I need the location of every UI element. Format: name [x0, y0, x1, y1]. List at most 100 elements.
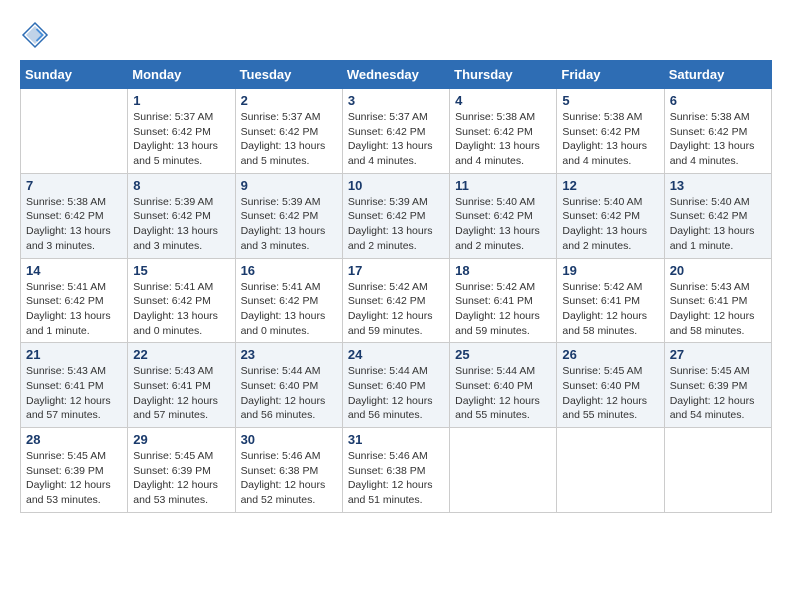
calendar-cell: 25Sunrise: 5:44 AM Sunset: 6:40 PM Dayli…: [450, 343, 557, 428]
calendar-cell: 12 Sunrise: 5:40 AM Sunset: 6:42 PM Dayli…: [557, 173, 664, 258]
calendar-cell: [557, 428, 664, 513]
day-number: 12: [562, 178, 658, 193]
calendar-cell: 22 Sunrise: 5:43 AM Sunset: 6:41 PM Dayli…: [128, 343, 235, 428]
day-number: 21: [26, 347, 122, 362]
day-info: Sunrise: 5:43 AM Sunset: 6:41 PM Dayligh…: [26, 364, 122, 423]
day-info: Sunrise: 5:46 AM Sunset: 6:38 PM Dayligh…: [241, 449, 337, 508]
day-info: Sunrise: 5:37 AM Sunset: 6:42 PM Dayligh…: [133, 110, 229, 169]
calendar-cell: 26 Sunrise: 5:45 AM Sunset: 6:40 PM Dayli…: [557, 343, 664, 428]
day-number: 13: [670, 178, 766, 193]
day-info: Sunrise: 5:41 AM Sunset: 6:42 PM Dayligh…: [133, 280, 229, 339]
day-number: 9: [241, 178, 337, 193]
week-row-4: 21 Sunrise: 5:43 AM Sunset: 6:41 PM Dayli…: [21, 343, 772, 428]
day-info: Sunrise: 5:41 AM Sunset: 6:42 PM Dayligh…: [241, 280, 337, 339]
day-info: Sunrise: 5:43 AM Sunset: 6:41 PM Dayligh…: [670, 280, 766, 339]
day-number: 19: [562, 263, 658, 278]
day-info: Sunrise: 5:45 AM Sunset: 6:39 PM Dayligh…: [133, 449, 229, 508]
calendar-cell: 28Sunrise: 5:45 AM Sunset: 6:39 PM Dayli…: [21, 428, 128, 513]
day-number: 16: [241, 263, 337, 278]
day-info: Sunrise: 5:38 AM Sunset: 6:42 PM Dayligh…: [455, 110, 551, 169]
day-info: Sunrise: 5:38 AM Sunset: 6:42 PM Dayligh…: [562, 110, 658, 169]
calendar-cell: 6Sunrise: 5:38 AM Sunset: 6:42 PM Daylig…: [664, 89, 771, 174]
day-info: Sunrise: 5:42 AM Sunset: 6:42 PM Dayligh…: [348, 280, 444, 339]
day-number: 27: [670, 347, 766, 362]
logo: [20, 20, 54, 50]
day-number: 2: [241, 93, 337, 108]
calendar-cell: 27 Sunrise: 5:45 AM Sunset: 6:39 PM Dayli…: [664, 343, 771, 428]
day-info: Sunrise: 5:42 AM Sunset: 6:41 PM Dayligh…: [562, 280, 658, 339]
day-number: 4: [455, 93, 551, 108]
header-friday: Friday: [557, 61, 664, 89]
header-tuesday: Tuesday: [235, 61, 342, 89]
header-monday: Monday: [128, 61, 235, 89]
calendar-cell: 7Sunrise: 5:38 AM Sunset: 6:42 PM Daylig…: [21, 173, 128, 258]
logo-icon: [20, 20, 50, 50]
calendar-cell: [664, 428, 771, 513]
calendar-cell: 23 Sunrise: 5:44 AM Sunset: 6:40 PM Dayli…: [235, 343, 342, 428]
day-info: Sunrise: 5:41 AM Sunset: 6:42 PM Dayligh…: [26, 280, 122, 339]
day-number: 22: [133, 347, 229, 362]
day-info: Sunrise: 5:39 AM Sunset: 6:42 PM Dayligh…: [348, 195, 444, 254]
day-info: Sunrise: 5:40 AM Sunset: 6:42 PM Dayligh…: [670, 195, 766, 254]
calendar-cell: [21, 89, 128, 174]
calendar-cell: 2 Sunrise: 5:37 AM Sunset: 6:42 PM Daylig…: [235, 89, 342, 174]
day-number: 15: [133, 263, 229, 278]
calendar-cell: 5Sunrise: 5:38 AM Sunset: 6:42 PM Daylig…: [557, 89, 664, 174]
day-number: 31: [348, 432, 444, 447]
calendar-cell: 10 Sunrise: 5:39 AM Sunset: 6:42 PM Dayli…: [342, 173, 449, 258]
day-number: 24: [348, 347, 444, 362]
day-info: Sunrise: 5:38 AM Sunset: 6:42 PM Dayligh…: [26, 195, 122, 254]
calendar-cell: 21 Sunrise: 5:43 AM Sunset: 6:41 PM Dayli…: [21, 343, 128, 428]
day-info: Sunrise: 5:39 AM Sunset: 6:42 PM Dayligh…: [241, 195, 337, 254]
day-info: Sunrise: 5:38 AM Sunset: 6:42 PM Dayligh…: [670, 110, 766, 169]
day-number: 29: [133, 432, 229, 447]
calendar-cell: 24 Sunrise: 5:44 AM Sunset: 6:40 PM Dayli…: [342, 343, 449, 428]
calendar-cell: 19 Sunrise: 5:42 AM Sunset: 6:41 PM Dayli…: [557, 258, 664, 343]
day-number: 17: [348, 263, 444, 278]
calendar-table: SundayMondayTuesdayWednesdayThursdayFrid…: [20, 60, 772, 513]
calendar-cell: 15 Sunrise: 5:41 AM Sunset: 6:42 PM Dayli…: [128, 258, 235, 343]
week-row-3: 14 Sunrise: 5:41 AM Sunset: 6:42 PM Dayli…: [21, 258, 772, 343]
day-info: Sunrise: 5:45 AM Sunset: 6:39 PM Dayligh…: [670, 364, 766, 423]
day-info: Sunrise: 5:44 AM Sunset: 6:40 PM Dayligh…: [241, 364, 337, 423]
calendar-cell: 14 Sunrise: 5:41 AM Sunset: 6:42 PM Dayli…: [21, 258, 128, 343]
day-info: Sunrise: 5:37 AM Sunset: 6:42 PM Dayligh…: [241, 110, 337, 169]
day-number: 1: [133, 93, 229, 108]
header-wednesday: Wednesday: [342, 61, 449, 89]
day-number: 23: [241, 347, 337, 362]
calendar-header-row: SundayMondayTuesdayWednesdayThursdayFrid…: [21, 61, 772, 89]
day-info: Sunrise: 5:45 AM Sunset: 6:40 PM Dayligh…: [562, 364, 658, 423]
day-info: Sunrise: 5:46 AM Sunset: 6:38 PM Dayligh…: [348, 449, 444, 508]
calendar-cell: 30Sunrise: 5:46 AM Sunset: 6:38 PM Dayli…: [235, 428, 342, 513]
day-info: Sunrise: 5:45 AM Sunset: 6:39 PM Dayligh…: [26, 449, 122, 508]
header-saturday: Saturday: [664, 61, 771, 89]
day-info: Sunrise: 5:42 AM Sunset: 6:41 PM Dayligh…: [455, 280, 551, 339]
day-number: 25: [455, 347, 551, 362]
day-number: 10: [348, 178, 444, 193]
calendar-cell: 11 Sunrise: 5:40 AM Sunset: 6:42 PM Dayli…: [450, 173, 557, 258]
calendar-cell: 29 Sunrise: 5:45 AM Sunset: 6:39 PM Dayli…: [128, 428, 235, 513]
calendar-cell: 31 Sunrise: 5:46 AM Sunset: 6:38 PM Dayli…: [342, 428, 449, 513]
day-number: 14: [26, 263, 122, 278]
day-number: 26: [562, 347, 658, 362]
header-thursday: Thursday: [450, 61, 557, 89]
day-info: Sunrise: 5:43 AM Sunset: 6:41 PM Dayligh…: [133, 364, 229, 423]
calendar-cell: 18 Sunrise: 5:42 AM Sunset: 6:41 PM Dayli…: [450, 258, 557, 343]
day-number: 8: [133, 178, 229, 193]
day-info: Sunrise: 5:40 AM Sunset: 6:42 PM Dayligh…: [562, 195, 658, 254]
calendar-cell: [450, 428, 557, 513]
calendar-cell: 17 Sunrise: 5:42 AM Sunset: 6:42 PM Dayli…: [342, 258, 449, 343]
day-number: 11: [455, 178, 551, 193]
day-number: 18: [455, 263, 551, 278]
calendar-cell: 13 Sunrise: 5:40 AM Sunset: 6:42 PM Dayli…: [664, 173, 771, 258]
calendar-cell: 4 Sunrise: 5:38 AM Sunset: 6:42 PM Daylig…: [450, 89, 557, 174]
page-header: [20, 20, 772, 50]
week-row-5: 28Sunrise: 5:45 AM Sunset: 6:39 PM Dayli…: [21, 428, 772, 513]
day-info: Sunrise: 5:40 AM Sunset: 6:42 PM Dayligh…: [455, 195, 551, 254]
week-row-1: 1 Sunrise: 5:37 AM Sunset: 6:42 PM Daylig…: [21, 89, 772, 174]
day-info: Sunrise: 5:44 AM Sunset: 6:40 PM Dayligh…: [348, 364, 444, 423]
calendar-cell: 1 Sunrise: 5:37 AM Sunset: 6:42 PM Daylig…: [128, 89, 235, 174]
calendar-cell: 8Sunrise: 5:39 AM Sunset: 6:42 PM Daylig…: [128, 173, 235, 258]
day-number: 20: [670, 263, 766, 278]
calendar-cell: 9 Sunrise: 5:39 AM Sunset: 6:42 PM Daylig…: [235, 173, 342, 258]
